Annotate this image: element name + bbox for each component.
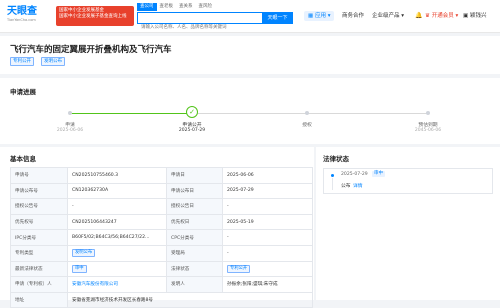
table-row: 申请公布号 CN120362730A 申请公布日 2025-07-29 [10, 182, 313, 200]
field-value: CN2025106443247 [67, 213, 167, 231]
field-label: 授权公告日 [166, 198, 223, 215]
field-value: 发明公布 [67, 244, 167, 262]
promo-line-2: 国家中小企业发展子基金查询上线 [59, 14, 127, 19]
table-row: 申请号 CN202510755460.3 申请日 2025-06-06 [10, 167, 313, 184]
progress-card [0, 78, 500, 144]
applicant-link[interactable]: 安徽汽车股份有限公司 [67, 276, 167, 293]
nav-vip-label: 开通会员 [431, 13, 454, 19]
legal-status-date: 2025-07-29 [341, 172, 368, 177]
step-label-grant: 授权 [302, 123, 312, 128]
search-input[interactable] [138, 22, 263, 33]
user-name: 颖钱兴 [469, 13, 487, 19]
table-row: 地址 安徽省芜湖市经济技术开发区长春路8号 [10, 291, 313, 308]
timeline-dot [331, 174, 334, 177]
nav-enterprise[interactable]: 企业级产品 ▾ [372, 11, 404, 21]
field-value: 审中 [67, 260, 167, 278]
step-date-publish: 2025-07-29 [178, 128, 206, 133]
check-icon: ✓ [186, 106, 198, 118]
nav-business[interactable]: 商务合作 [342, 11, 364, 21]
field-label: 申请号 [10, 167, 68, 184]
logo-subtext: TianYanCha.com [7, 18, 36, 22]
field-label: CPC分类号 [166, 229, 223, 246]
table-row: 最新法律状态 审中 法律状态 专利公开 [10, 260, 313, 278]
legal-status-detail-link[interactable]: 详情 [353, 182, 363, 189]
step-date-expire: 2045-06-06 [414, 128, 442, 133]
field-value: 专利公开 [222, 260, 313, 278]
field-value: - [222, 198, 313, 215]
table-row: 授权公告号 - 授权公告日 - [10, 198, 313, 215]
field-label: 申请（专利权）人 [10, 276, 68, 293]
search-button[interactable]: 天眼一下 [262, 12, 293, 24]
search-tab-boss[interactable]: 查老板 [157, 3, 177, 11]
search-tab-company[interactable]: 查公司 [137, 3, 157, 11]
nav-apps[interactable]: ▦ 应用 ▾ [304, 11, 335, 21]
field-label: 申请公布号 [10, 182, 68, 200]
field-value: 2025-06-06 [222, 167, 313, 184]
nav-apps-label: 应用 [314, 13, 326, 19]
site-logo[interactable]: 天眼查 TianYanCha.com [7, 6, 43, 26]
field-value: 安徽省芜湖市经济技术开发区长春路8号 [67, 291, 313, 308]
field-label: 地址 [10, 291, 68, 308]
legal-status-title: 法律状态 [323, 155, 349, 163]
logo-text: 天眼查 [7, 6, 37, 17]
latest-status-tag: 审中 [72, 264, 87, 273]
basic-info-title: 基本信息 [10, 155, 36, 163]
search-box: 天眼一下 [137, 12, 293, 33]
field-value: 2025-07-29 [222, 182, 313, 200]
promo-banner[interactable]: 国家中小企业发展基金 国家中小企业发展子基金查询上线 [56, 6, 134, 26]
step-label-apply: 申请 [65, 123, 75, 128]
field-label: 专利类型 [10, 244, 68, 262]
field-value: CN120362730A [67, 182, 167, 200]
step-dot-apply [68, 111, 72, 115]
field-value: - [67, 198, 167, 215]
legal-status-badge: 审中 [372, 171, 385, 177]
progress-track-done [70, 113, 192, 114]
field-label: 申请日 [166, 167, 223, 184]
tag-invention-publish: 发明公布 [41, 57, 65, 66]
table-row: 申请（专利权）人 安徽汽车股份有限公司 发明人 孙振余;张阳;盛琪;朱守成 [10, 276, 313, 293]
progress-section-title: 申请进展 [10, 88, 36, 96]
step-label-expire: 预估到期 [418, 123, 438, 128]
field-label: 申请公布日 [166, 182, 223, 200]
user-menu[interactable]: ▣ 颖钱兴 [463, 11, 486, 21]
field-value: 孙振余;张阳;盛琪;朱守成 [222, 276, 313, 293]
progress-track-pending [192, 113, 428, 114]
search-area: 查公司 查老板 查关系 查风险 天眼一下 [137, 3, 293, 33]
field-label: 法律状态 [166, 260, 223, 278]
basic-info-table: 申请号 CN202510755460.3 申请日 2025-06-06 申请公布… [10, 167, 313, 308]
search-tab-relation[interactable]: 查关系 [176, 3, 196, 11]
legal-status-text: 公布 [341, 184, 351, 189]
title-card [0, 36, 500, 74]
timeline-line [332, 178, 333, 190]
patent-type-tag: 发明公布 [72, 249, 96, 258]
field-label: 受理局 [166, 244, 223, 262]
step-label-publish: 申请公开 [182, 123, 202, 128]
field-value: 2025-05-19 [222, 213, 313, 231]
field-value: - [222, 244, 313, 262]
step-date-apply: 2025-06-06 [56, 128, 84, 133]
field-label: 优先权日 [166, 213, 223, 231]
step-dot-expire [426, 111, 430, 115]
table-row: 优先权号 CN2025106443247 优先权日 2025-05-19 [10, 213, 313, 231]
legal-status-tag: 专利公开 [227, 264, 251, 273]
field-label: 授权公告号 [10, 198, 68, 215]
field-value: - [222, 229, 313, 246]
search-tab-risk[interactable]: 查风险 [196, 3, 216, 11]
field-value: B60F5/02;B64C3/56;B64C27/22... [67, 229, 167, 246]
field-label: 最新法律状态 [10, 260, 68, 278]
table-row: IPC分类号 B60F5/02;B64C3/56;B64C27/22... CP… [10, 229, 313, 246]
nav-enterprise-label: 企业级产品 [372, 13, 400, 19]
tag-patent-public: 专利公开 [10, 57, 34, 66]
step-dot-grant [305, 111, 309, 115]
field-label: IPC分类号 [10, 229, 68, 246]
field-label: 优先权号 [10, 213, 68, 231]
nav-vip[interactable]: ♛ 开通会员 ▾ [425, 11, 458, 21]
field-label: 发明人 [166, 276, 223, 293]
bell-icon[interactable]: 🔔 [415, 11, 422, 21]
search-tabs: 查公司 查老板 查关系 查风险 [137, 3, 215, 11]
page-title: 飞行汽车的固定翼展开折叠机构及飞行汽车 [10, 45, 172, 55]
field-value: CN202510755460.3 [67, 167, 167, 184]
table-row: 专利类型 发明公布 受理局 - [10, 244, 313, 262]
